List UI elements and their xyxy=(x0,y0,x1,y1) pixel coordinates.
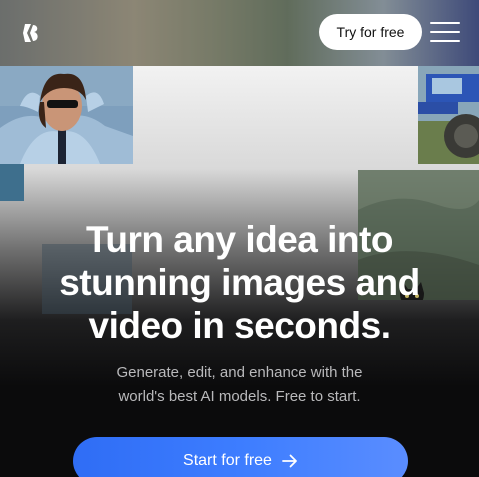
header-bar: Try for free xyxy=(0,0,479,66)
tractor-image xyxy=(418,66,479,164)
brand-logo-icon[interactable] xyxy=(22,22,40,44)
hero-subtitle-line-1: Generate, edit, and enhance with the xyxy=(116,364,363,381)
hero-subtitle: Generate, edit, and enhance with the wor… xyxy=(0,361,479,409)
woman-sunglasses-image xyxy=(0,66,133,164)
hero-title: Turn any idea into stunning images and v… xyxy=(0,218,479,347)
hero-title-line-3: video in seconds. xyxy=(88,305,391,346)
hamburger-menu-icon[interactable] xyxy=(430,22,460,42)
hero-title-line-1: Turn any idea into xyxy=(86,219,393,260)
try-for-free-button[interactable]: Try for free xyxy=(319,14,422,50)
hero-subtitle-line-2: world's best AI models. Free to start. xyxy=(118,388,361,405)
start-for-free-button[interactable]: Start for free xyxy=(73,437,408,477)
cta-label: Start for free xyxy=(183,452,272,469)
arrow-right-icon xyxy=(282,454,297,468)
landing-page: Try for free Turn any idea into stunning… xyxy=(0,0,479,477)
hero-title-line-2: stunning images and xyxy=(59,262,420,303)
left-edge-image xyxy=(0,164,24,201)
